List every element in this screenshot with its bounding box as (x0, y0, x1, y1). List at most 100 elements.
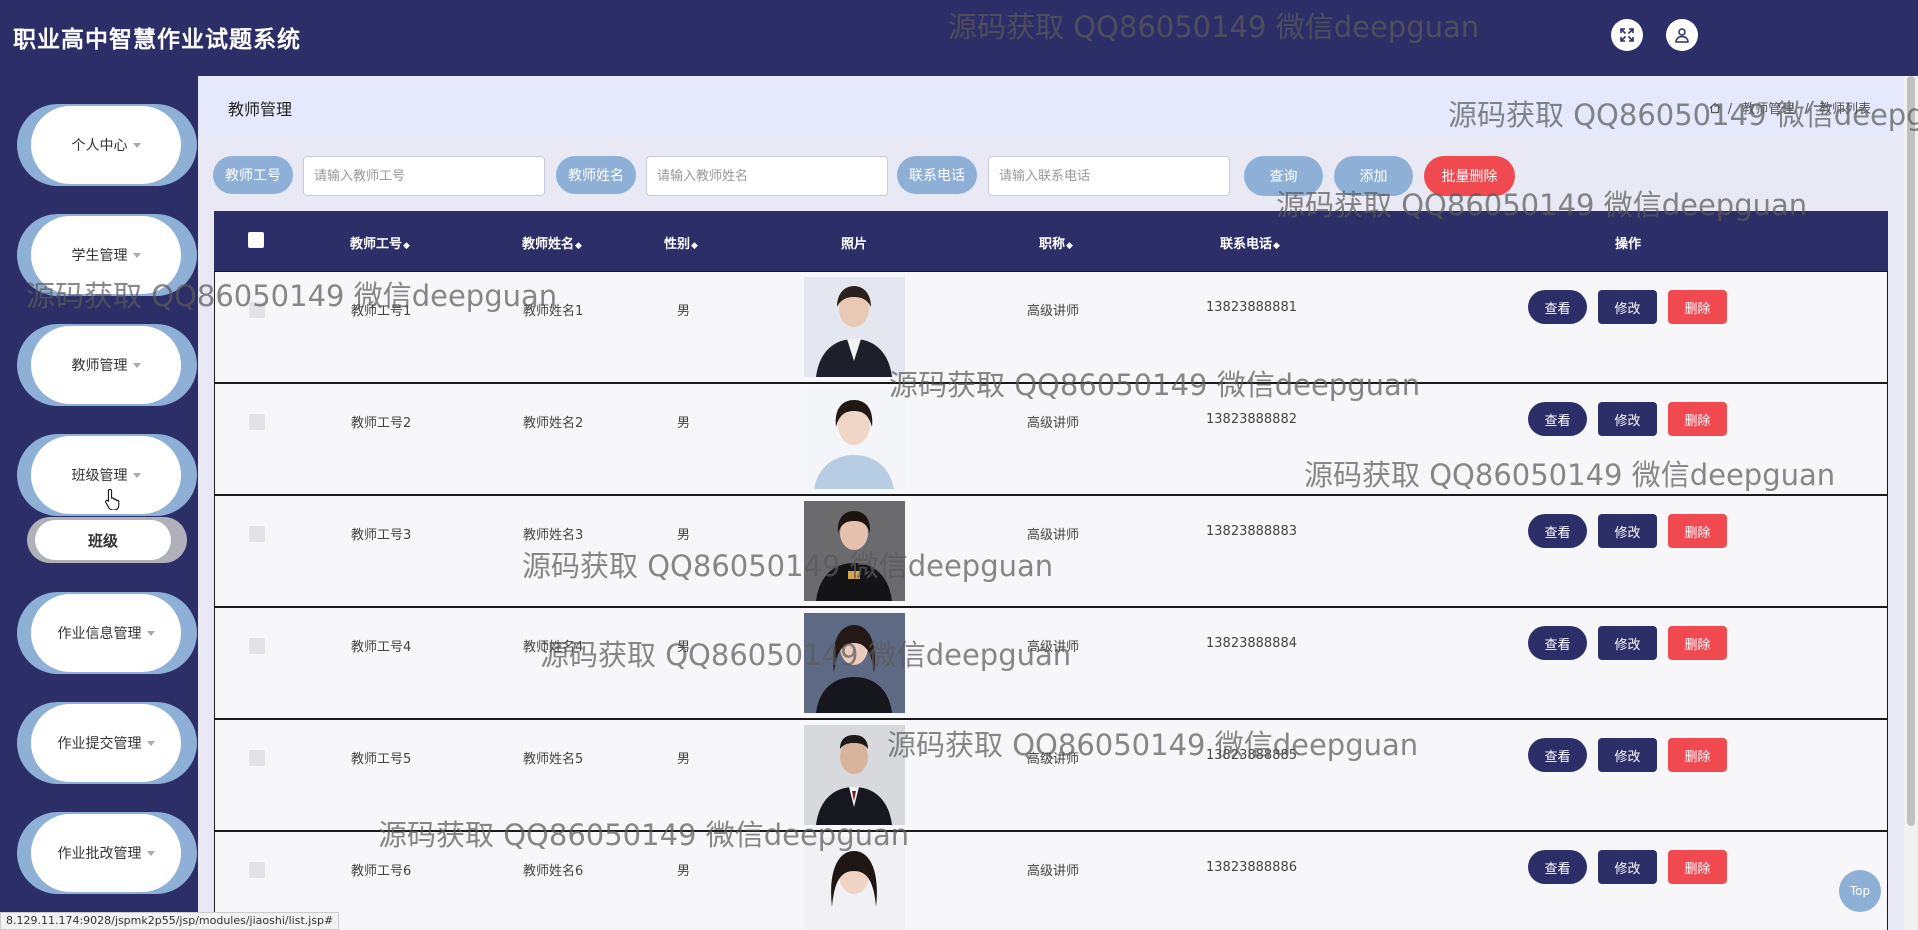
row-checkbox[interactable] (249, 862, 265, 878)
cell-teacher-id: 教师工号1 (351, 304, 412, 319)
sidebar-item-personal-center[interactable]: 个人中心 (17, 104, 197, 186)
row-checkbox[interactable] (249, 638, 265, 654)
column-header-label: 操作 (1615, 237, 1642, 252)
top-bar: 职业高中智慧作业试题系统 (0, 0, 1918, 76)
edit-button[interactable]: 修改 (1598, 402, 1657, 436)
teacher-name-input[interactable] (646, 156, 888, 196)
table-row: 教师工号3 教师姓名3 男 高级讲师 13823888883 查看 修改 删除 (214, 495, 1888, 607)
teacher-photo (804, 501, 905, 601)
edit-button[interactable]: 修改 (1598, 850, 1657, 884)
teacher-table: 教师工号◆ 教师姓名◆ 性别◆ 照片 职称◆ 联系电话◆ 操作 教师工号1 教师… (214, 211, 1888, 930)
delete-button[interactable]: 删除 (1668, 402, 1727, 436)
cell-phone: 13823888882 (1206, 412, 1297, 427)
column-header-label: 职称 (1039, 237, 1066, 252)
view-button[interactable]: 查看 (1528, 514, 1587, 548)
sort-icon: ◆ (691, 241, 698, 251)
cell-title: 高级讲师 (1027, 528, 1080, 543)
cell-phone: 13823888885 (1206, 748, 1297, 763)
breadcrumb-separator: / (1804, 102, 1809, 117)
cell-gender: 男 (677, 640, 691, 655)
page-title: 教师管理 (228, 100, 293, 119)
cell-gender: 男 (677, 528, 691, 543)
fullscreen-button[interactable] (1611, 19, 1643, 51)
sidebar-item-homework-info[interactable]: 作业信息管理 (17, 592, 197, 674)
user-button[interactable] (1666, 19, 1698, 51)
table-row: 教师工号4 教师姓名4 男 高级讲师 13823888884 查看 修改 删除 (214, 607, 1888, 719)
column-actions: 操作 (1615, 233, 1641, 252)
cell-gender: 男 (677, 416, 691, 431)
row-checkbox[interactable] (249, 302, 265, 318)
column-title[interactable]: 职称◆ (1039, 233, 1073, 252)
cell-title: 高级讲师 (1027, 640, 1080, 655)
sidebar-item-homework-submit[interactable]: 作业提交管理 (17, 702, 197, 784)
view-button[interactable]: 查看 (1528, 402, 1587, 436)
sidebar-item-student-management[interactable]: 学生管理 (17, 214, 197, 296)
edit-button[interactable]: 修改 (1598, 514, 1657, 548)
sidebar-item-homework-grading[interactable]: 作业批改管理 (17, 812, 197, 894)
delete-button[interactable]: 删除 (1668, 850, 1727, 884)
user-icon (1675, 28, 1689, 43)
breadcrumb: / 教师管理 / 教师列表 (1709, 98, 1874, 117)
delete-button[interactable]: 删除 (1668, 290, 1727, 324)
cell-phone: 13823888886 (1206, 860, 1297, 875)
cell-title: 高级讲师 (1027, 752, 1080, 767)
view-button[interactable]: 查看 (1528, 850, 1587, 884)
column-gender[interactable]: 性别◆ (664, 233, 698, 252)
back-to-top-button[interactable]: Top (1839, 870, 1881, 912)
phone-input[interactable] (988, 156, 1230, 196)
select-all-checkbox[interactable] (248, 232, 264, 248)
table-row: 教师工号6 教师姓名6 男 高级讲师 13823888886 查看 修改 删除 (214, 831, 1888, 930)
view-button[interactable]: 查看 (1528, 290, 1587, 324)
column-phone[interactable]: 联系电话◆ (1220, 233, 1280, 252)
cell-phone: 13823888883 (1206, 524, 1297, 539)
view-button[interactable]: 查看 (1528, 738, 1587, 772)
edit-button[interactable]: 修改 (1598, 738, 1657, 772)
row-checkbox[interactable] (249, 414, 265, 430)
breadcrumb-separator: / (1727, 102, 1733, 117)
chevron-down-icon (132, 252, 141, 258)
cell-teacher-name: 教师姓名2 (523, 416, 584, 431)
sort-icon: ◆ (575, 241, 582, 251)
teacher-photo (804, 277, 905, 377)
cell-gender: 男 (677, 864, 691, 879)
page-scrollbar[interactable] (1904, 76, 1918, 930)
delete-button[interactable]: 删除 (1668, 738, 1727, 772)
sidebar-item-label: 作业提交管理 (57, 736, 142, 752)
column-teacher-id[interactable]: 教师工号◆ (350, 233, 410, 252)
delete-button[interactable]: 删除 (1668, 626, 1727, 660)
chevron-down-icon (146, 630, 155, 636)
row-checkbox[interactable] (249, 750, 265, 766)
phone-label: 联系电话 (897, 156, 977, 194)
cell-gender: 男 (677, 752, 691, 767)
sidebar-subitem-label: 班级 (35, 520, 171, 560)
scrollbar-thumb[interactable] (1907, 76, 1915, 826)
home-icon[interactable] (1709, 102, 1721, 114)
chevron-down-icon (132, 472, 141, 478)
add-button[interactable]: 添加 (1334, 156, 1413, 196)
sidebar-item-label: 作业批改管理 (57, 846, 142, 862)
sidebar-item-teacher-management[interactable]: 教师管理 (17, 324, 197, 406)
teacher-name-label: 教师姓名 (556, 156, 636, 194)
edit-button[interactable]: 修改 (1598, 626, 1657, 660)
teacher-photo (804, 389, 905, 489)
cell-teacher-id: 教师工号2 (351, 416, 412, 431)
column-teacher-name[interactable]: 教师姓名◆ (522, 233, 582, 252)
sort-icon: ◆ (1066, 241, 1073, 251)
edit-button[interactable]: 修改 (1598, 290, 1657, 324)
chevron-down-icon (132, 142, 141, 148)
breadcrumb-item[interactable]: 教师管理 (1742, 102, 1794, 117)
sidebar-item-label: 班级管理 (71, 468, 128, 484)
teacher-id-label: 教师工号 (213, 156, 293, 194)
sort-icon: ◆ (1273, 241, 1280, 251)
column-header-label: 照片 (841, 237, 868, 252)
teacher-photo (804, 613, 905, 713)
view-button[interactable]: 查看 (1528, 626, 1587, 660)
teacher-id-input[interactable] (303, 156, 545, 196)
sidebar-subitem-class[interactable]: 班级 (27, 517, 187, 563)
column-photo: 照片 (841, 233, 867, 252)
query-button[interactable]: 查询 (1244, 156, 1323, 196)
batch-delete-button[interactable]: 批量删除 (1424, 156, 1515, 196)
delete-button[interactable]: 删除 (1668, 514, 1727, 548)
expand-icon (1620, 28, 1634, 42)
row-checkbox[interactable] (249, 526, 265, 542)
